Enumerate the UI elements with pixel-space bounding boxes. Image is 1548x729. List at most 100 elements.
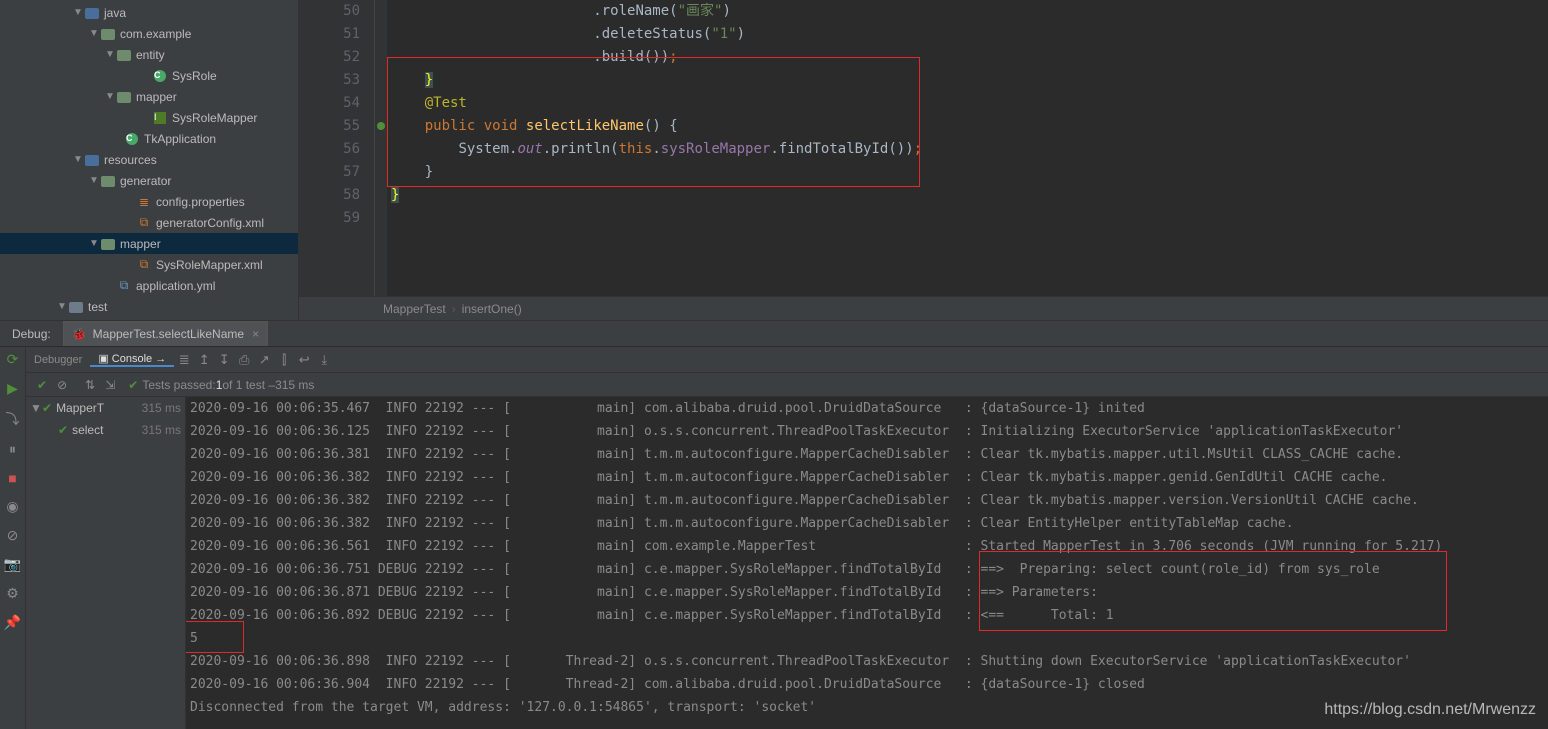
chevron-down-icon[interactable]: ▼ xyxy=(88,175,100,186)
line-number[interactable]: 58 xyxy=(313,184,360,207)
settings-icon[interactable]: ⚙ xyxy=(6,585,19,602)
tree-item[interactable]: ≣config.properties xyxy=(0,191,298,212)
tree-item-label: mapper xyxy=(120,237,161,251)
breadcrumb[interactable]: MapperTest › insertOne() xyxy=(299,296,1548,320)
class-icon: C xyxy=(124,131,140,147)
tree-item[interactable]: ▼ entity xyxy=(0,44,298,65)
folder-icon xyxy=(100,173,116,189)
tree-item-label: entity xyxy=(136,48,165,62)
folder-icon xyxy=(100,236,116,252)
console-icon: ▣ xyxy=(98,353,111,365)
chevron-down-icon[interactable]: ▼ xyxy=(72,7,84,18)
console-line: 2020-09-16 00:06:36.871 DEBUG 22192 --- … xyxy=(190,581,1548,604)
test-time: 315 ms xyxy=(142,423,181,437)
mute-breakpoints-icon[interactable]: ⊘ xyxy=(7,527,19,544)
test-tree[interactable]: ▼✔MapperT315 ms✔select315 ms xyxy=(26,397,186,729)
test-tree-item[interactable]: ✔select315 ms xyxy=(26,419,185,441)
code-line[interactable]: .deleteStatus("1") xyxy=(387,23,1548,46)
line-number[interactable]: 54 xyxy=(313,92,360,115)
expand-icon[interactable]: ⇲ xyxy=(105,378,115,392)
code-body[interactable]: .roleName("画家") .deleteStatus("1") .buil… xyxy=(387,0,1548,296)
status-prefix: Tests passed: xyxy=(142,378,215,392)
tree-item[interactable]: ▼generator xyxy=(0,170,298,191)
folder-icon xyxy=(116,89,132,105)
rerun-icon[interactable]: ⟳ xyxy=(7,351,19,368)
code-line[interactable]: .build()); xyxy=(387,46,1548,69)
console-line: 2020-09-16 00:06:36.381 INFO 22192 --- [… xyxy=(190,443,1548,466)
breadcrumb-method[interactable]: insertOne() xyxy=(462,302,522,316)
code-line[interactable]: .roleName("画家") xyxy=(387,0,1548,23)
tree-item[interactable]: ▼ mapper xyxy=(0,233,298,254)
line-number[interactable]: 51 xyxy=(313,23,360,46)
up-icon[interactable]: ↥ xyxy=(194,352,214,368)
print-icon[interactable]: ⎙ xyxy=(234,352,254,368)
test-tree-item[interactable]: ▼✔MapperT315 ms xyxy=(26,397,185,419)
line-number[interactable]: 55 xyxy=(313,115,360,138)
tree-item[interactable]: ⧉application.yml xyxy=(0,275,298,296)
tab-debugger[interactable]: Debugger xyxy=(26,354,90,366)
tree-item-label: TkApplication xyxy=(144,132,216,146)
chevron-down-icon[interactable]: ▼ xyxy=(88,28,100,39)
pin-icon[interactable]: 📌 xyxy=(4,614,21,631)
code-line[interactable]: } xyxy=(387,161,1548,184)
filter-icon[interactable]: ⫿ xyxy=(274,352,294,368)
sort-icon[interactable]: ⇅ xyxy=(85,378,95,392)
console-output[interactable]: 2020-09-16 00:06:35.467 INFO 22192 --- [… xyxy=(186,397,1548,729)
stop-icon[interactable]: ■ xyxy=(8,470,16,486)
chevron-down-icon[interactable]: ▼ xyxy=(104,91,116,102)
code-line[interactable]: public void selectLikeName() { xyxy=(387,115,1548,138)
chevron-down-icon[interactable]: ▼ xyxy=(88,238,100,249)
chevron-down-icon[interactable]: ▼ xyxy=(104,49,116,60)
tree-item-label: SysRoleMapper.xml xyxy=(156,258,263,272)
tree-item[interactable]: ▼test xyxy=(0,296,298,317)
console-line: 2020-09-16 00:06:36.561 INFO 22192 --- [… xyxy=(190,535,1548,558)
soft-wrap-icon[interactable]: ↩ xyxy=(294,352,314,368)
editor-gutter[interactable]: 50515253545556575859 xyxy=(299,0,375,296)
tree-item[interactable]: ISysRoleMapper xyxy=(0,107,298,128)
pause-icon[interactable]: ⏸ xyxy=(9,441,16,458)
tree-item[interactable]: C TkApplication xyxy=(0,128,298,149)
align-icon[interactable]: ≣ xyxy=(174,352,194,368)
line-number[interactable]: 52 xyxy=(313,46,360,69)
tree-item[interactable]: ▼java xyxy=(0,2,298,23)
chevron-down-icon[interactable]: ▼ xyxy=(72,154,84,165)
line-number[interactable]: 57 xyxy=(313,161,360,184)
line-number[interactable]: 56 xyxy=(313,138,360,161)
tree-item[interactable]: ▼resources xyxy=(0,149,298,170)
camera-icon[interactable]: 📷 xyxy=(4,556,21,573)
tree-item[interactable]: ⧉ SysRoleMapper.xml xyxy=(0,254,298,275)
cancel-circle-icon[interactable]: ⊘ xyxy=(57,378,67,392)
line-number[interactable]: 53 xyxy=(313,69,360,92)
scroll-end-icon[interactable]: ⤓ xyxy=(314,352,334,368)
tree-item[interactable]: ⧉generatorConfig.xml xyxy=(0,212,298,233)
console-line: 2020-09-16 00:06:36.898 INFO 22192 --- [… xyxy=(190,650,1548,673)
code-line[interactable]: System.out.println(this.sysRoleMapper.fi… xyxy=(387,138,1548,161)
run-icon[interactable]: ▶ xyxy=(7,380,18,397)
run-gutter-icon[interactable] xyxy=(376,121,386,131)
debug-config-tab[interactable]: 🐞 MapperTest.selectLikeName × xyxy=(63,321,268,346)
breadcrumb-class[interactable]: MapperTest xyxy=(383,302,446,316)
project-tree[interactable]: ▼java▼com.example▼entityCSysRole▼mapperI… xyxy=(0,0,299,320)
code-line[interactable]: } xyxy=(387,69,1548,92)
check-circle-icon[interactable]: ✔ xyxy=(37,378,47,392)
line-number[interactable]: 50 xyxy=(313,0,360,23)
step-over-icon[interactable]: ⤵ xyxy=(6,409,20,429)
arrow-right-icon: → xyxy=(155,353,166,365)
export-icon[interactable]: ↗ xyxy=(254,352,274,368)
chevron-down-icon[interactable]: ▼ xyxy=(56,301,68,312)
folder-icon xyxy=(116,47,132,63)
tree-item[interactable]: ▼com.example xyxy=(0,23,298,44)
close-icon[interactable]: × xyxy=(252,327,259,341)
down-icon[interactable]: ↧ xyxy=(214,352,234,368)
tab-console-label: Console xyxy=(112,353,152,365)
tree-item-label: SysRole xyxy=(172,69,217,83)
tab-console[interactable]: ▣ Console → xyxy=(90,352,174,367)
code-line[interactable]: @Test xyxy=(387,92,1548,115)
tree-item[interactable]: ▼mapper xyxy=(0,86,298,107)
view-breakpoints-icon[interactable]: ◉ xyxy=(6,498,18,515)
line-number[interactable]: 59 xyxy=(313,207,360,230)
code-line[interactable]: } xyxy=(387,184,1548,207)
debug-header: Debug: 🐞 MapperTest.selectLikeName × xyxy=(0,321,1548,347)
tree-item[interactable]: CSysRole xyxy=(0,65,298,86)
xml-file-icon: ⧉ xyxy=(136,257,152,273)
